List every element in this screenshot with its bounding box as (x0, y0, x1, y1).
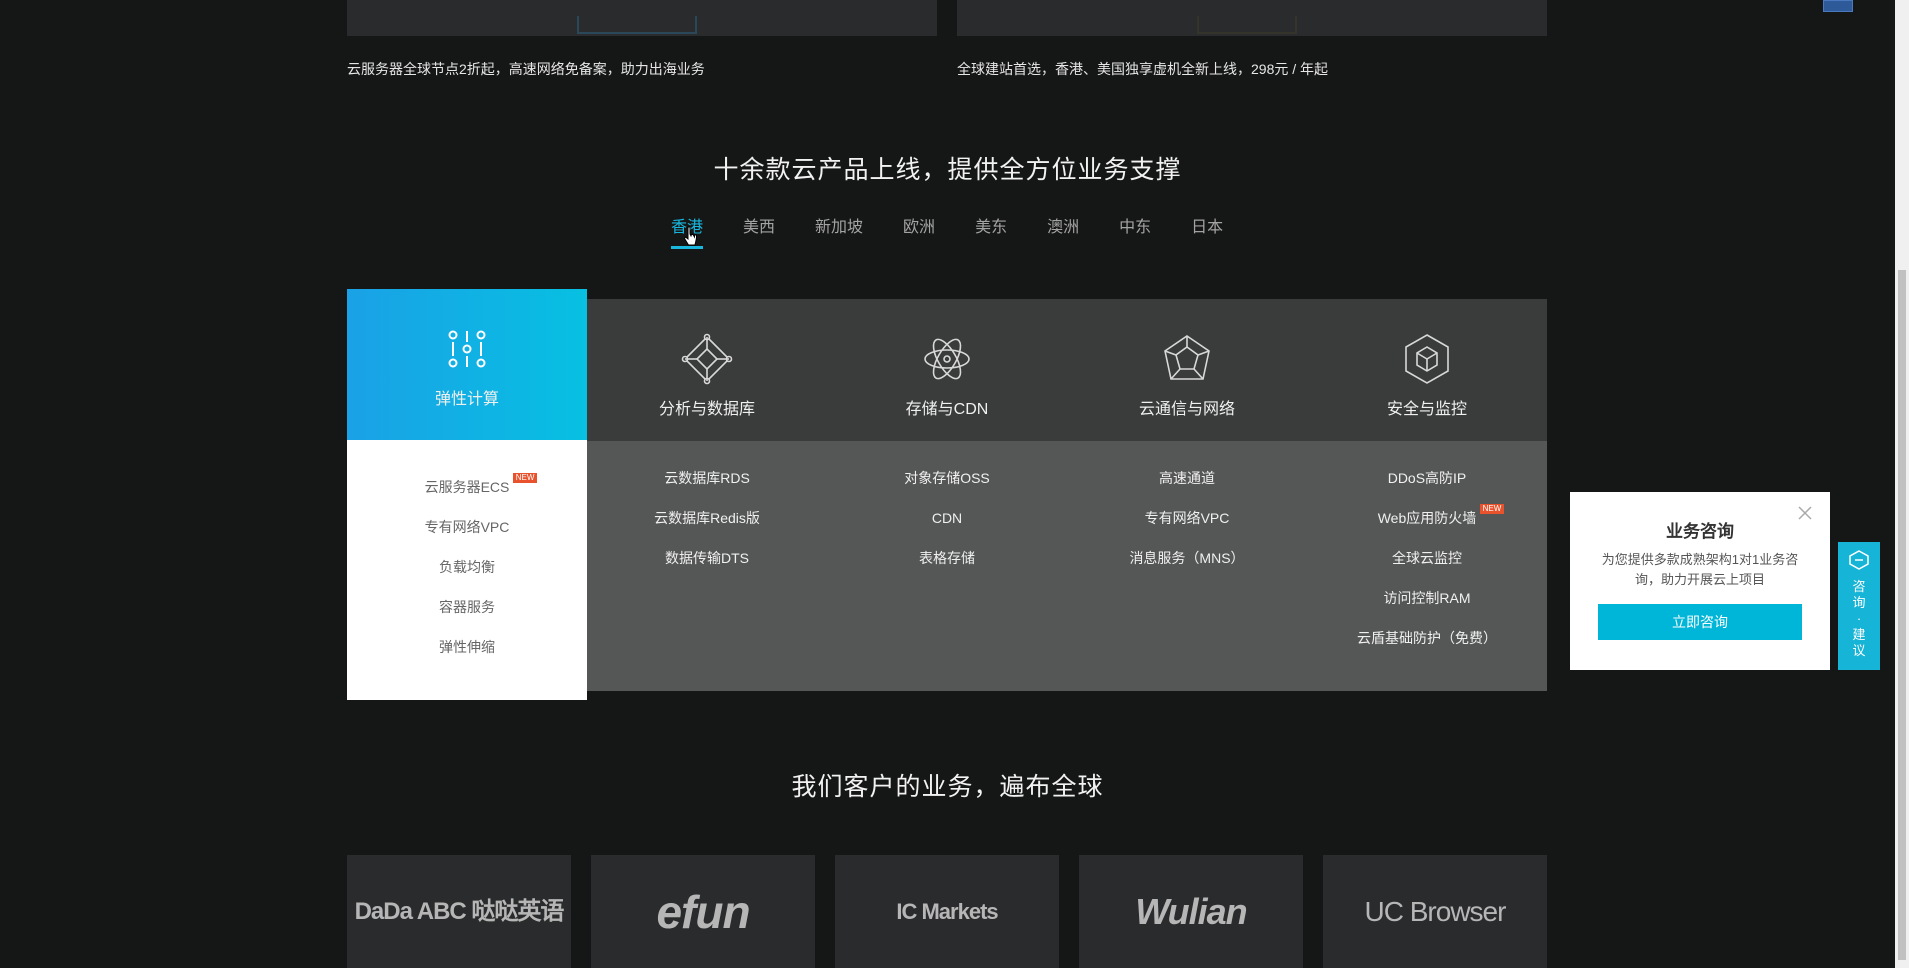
close-icon[interactable] (1798, 506, 1812, 520)
scrollbar-thumb[interactable] (1898, 270, 1906, 960)
product-item-cdn[interactable]: CDN (932, 508, 962, 548)
chat-hexagon-icon (1849, 550, 1869, 570)
product-column-title: 云通信与网络 (1138, 401, 1235, 418)
database-network-icon (681, 333, 733, 385)
page-scrollbar[interactable] (1895, 0, 1909, 968)
compute-grid-icon (448, 330, 486, 368)
product-list: 对象存储OSS CDN 表格存储 (827, 441, 1067, 691)
products-section-title: 十余款云产品上线，提供全方位业务支撑 (713, 156, 1182, 184)
product-column-header[interactable]: 存储与CDN (827, 299, 1067, 441)
product-column-database[interactable]: 分析与数据库 云数据库RDS 云数据库Redis版 数据传输DTS (587, 299, 827, 691)
banner-caption-global-nodes[interactable]: 云服务器全球节点2折起，高速网络免备案，助力出海业务 (347, 59, 705, 79)
new-badge: NEW (512, 473, 538, 483)
client-logo-ucbrowser: UC Browser (1323, 855, 1547, 968)
client-logo-efun: efun (591, 855, 815, 968)
tab-us-east[interactable]: 美东 (975, 213, 1007, 249)
product-list: DDoS高防IP Web应用防火墙 NEW 全球云监控 访问控制RAM 云盾基础防… (1307, 441, 1547, 691)
corner-arrow-icon[interactable] (1823, 0, 1853, 12)
client-logo-wulian: Wulian (1079, 855, 1303, 968)
client-name: IC Markets (896, 898, 998, 924)
product-item-ecs[interactable]: 云服务器ECS NEW (425, 473, 538, 517)
product-item-mns[interactable]: 消息服务（MNS） (1129, 548, 1244, 588)
banner-image-site-building[interactable] (957, 0, 1547, 36)
security-cube-icon (1405, 334, 1449, 384)
product-item-auto-scaling[interactable]: 弹性伸缩 (439, 637, 495, 677)
network-polygon-icon (1164, 335, 1210, 380)
side-tab-label: 咨询·建议 (1852, 579, 1866, 658)
product-list: 云数据库RDS 云数据库Redis版 数据传输DTS (587, 441, 827, 691)
product-item-container[interactable]: 容器服务 (439, 597, 495, 637)
product-column-storage[interactable]: 存储与CDN 对象存储OSS CDN 表格存储 (827, 299, 1067, 691)
client-name: Wulian (1135, 890, 1247, 932)
product-column-title: 弹性计算 (434, 391, 499, 408)
product-column-header[interactable]: 弹性计算 (347, 289, 587, 440)
product-column-title: 安全与监控 (1386, 401, 1467, 418)
product-item-dts[interactable]: 数据传输DTS (665, 548, 749, 588)
product-column-title: 分析与数据库 (658, 401, 755, 418)
product-item-basic-protection[interactable]: 云盾基础防护（免费） (1357, 628, 1497, 668)
product-column-compute[interactable]: 弹性计算 云服务器ECS NEW 专有网络VPC 负载均衡 容器服务 弹性伸缩 (347, 289, 587, 700)
product-item-oss[interactable]: 对象存储OSS (904, 468, 990, 508)
mouse-pointer-icon (683, 226, 697, 246)
product-item-express-connect[interactable]: 高速通道 (1159, 468, 1215, 508)
product-item-table-store[interactable]: 表格存储 (919, 548, 975, 588)
product-panel: 弹性计算 云服务器ECSNEW 专有网络VPC 负载均衡 容器服务 弹性伸缩 (347, 289, 1548, 700)
new-badge: NEW (1479, 504, 1505, 514)
product-item-redis[interactable]: 云数据库Redis版 (654, 508, 760, 548)
product-column-security[interactable]: 安全与监控 DDoS高防IP Web应用防火墙 NEW 全球云监控 访问控制RAM… (1307, 299, 1547, 691)
product-item-load-balancer[interactable]: 负载均衡 (439, 557, 495, 597)
product-column-network[interactable]: 云通信与网络 高速通道 专有网络VPC 消息服务（MNS） (1067, 299, 1307, 691)
consult-suggest-side-tab[interactable]: 咨询·建议 (1838, 542, 1880, 670)
product-item-vpc[interactable]: 专有网络VPC (1145, 508, 1230, 548)
tab-middle-east[interactable]: 中东 (1119, 213, 1151, 249)
tab-europe[interactable]: 欧洲 (903, 213, 935, 249)
client-logo-dadaabc: DaDa ABC 哒哒英语 (347, 855, 571, 968)
tab-us-west[interactable]: 美西 (743, 213, 775, 249)
tab-japan[interactable]: 日本 (1191, 213, 1223, 249)
product-column-title: 存储与CDN (905, 401, 989, 418)
client-name: efun (656, 885, 750, 938)
tab-australia[interactable]: 澳洲 (1047, 213, 1079, 249)
region-tabs: 香港 美西 新加坡 欧洲 美东 澳洲 中东 日本 (671, 213, 1263, 249)
product-item-waf[interactable]: Web应用防火墙 NEW (1378, 504, 1505, 548)
product-column-header[interactable]: 云通信与网络 (1067, 299, 1307, 441)
product-item-vpc[interactable]: 专有网络VPC (425, 517, 510, 557)
product-item-cloud-monitor[interactable]: 全球云监控 (1392, 548, 1462, 588)
product-item-rds[interactable]: 云数据库RDS (664, 468, 750, 508)
banner-caption-site-building[interactable]: 全球建站首选，香港、美国独享虚机全新上线，298元 / 年起 (957, 59, 1328, 79)
product-column-header[interactable]: 分析与数据库 (587, 299, 827, 441)
product-list: 云服务器ECS NEW 专有网络VPC 负载均衡 容器服务 弹性伸缩 (347, 440, 587, 700)
banner-image-global-nodes[interactable] (347, 0, 937, 36)
consult-description: 为您提供多款成熟架构1对1业务咨询，助力开展云上项目 (1601, 552, 1799, 587)
tab-singapore[interactable]: 新加坡 (815, 213, 863, 249)
clients-section-title: 我们客户的业务，遍布全球 (791, 773, 1104, 801)
product-item-ddos[interactable]: DDoS高防IP (1388, 468, 1467, 508)
product-list: 高速通道 专有网络VPC 消息服务（MNS） (1067, 441, 1307, 691)
client-name: DaDa ABC 哒哒英语 (354, 897, 565, 925)
consult-popup: 业务咨询 为您提供多款成熟架构1对1业务咨询，助力开展云上项目 立即咨询 (1570, 492, 1830, 670)
consult-title: 业务咨询 (1666, 522, 1734, 541)
product-item-ram[interactable]: 访问控制RAM (1383, 588, 1470, 628)
client-name: UC Browser (1364, 895, 1507, 927)
product-column-header[interactable]: 安全与监控 (1307, 299, 1547, 441)
consult-now-button[interactable]: 立即咨询 (1598, 604, 1802, 640)
client-logo-icmarkets: IC Markets (835, 855, 1059, 968)
atom-storage-icon (924, 338, 970, 380)
